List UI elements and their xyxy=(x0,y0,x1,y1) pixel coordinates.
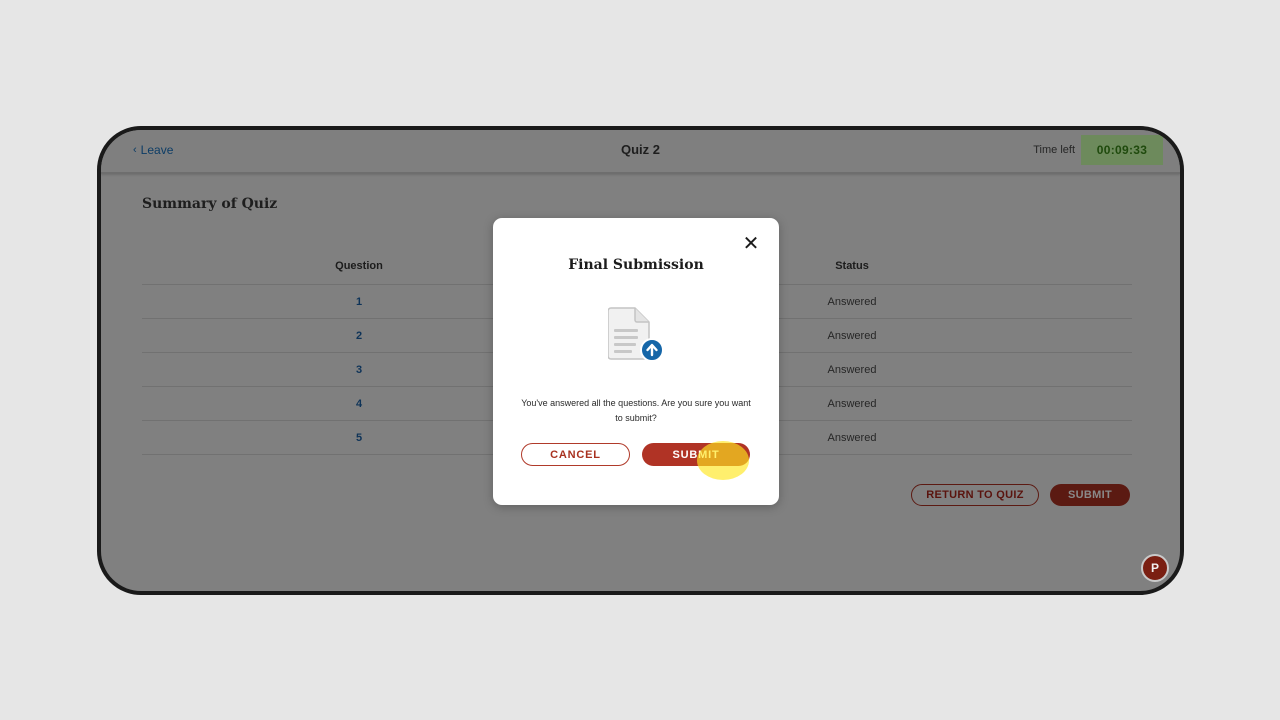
dialog-message: You've answered all the questions. Are y… xyxy=(521,398,751,423)
question-status: Answered xyxy=(827,330,877,342)
column-header-question: Question xyxy=(335,260,383,272)
question-status: Answered xyxy=(827,364,877,376)
column-header-status: Status xyxy=(835,260,869,272)
close-icon[interactable]: ✕ xyxy=(742,234,760,254)
time-left-label: Time left xyxy=(1033,144,1075,156)
final-submission-dialog: ✕ Final Submission You've answered all t… xyxy=(493,218,779,505)
submit-button[interactable]: SUBMIT xyxy=(1050,484,1130,506)
cancel-button[interactable]: CANCEL xyxy=(521,443,630,466)
summary-title: Summary of Quiz xyxy=(142,196,278,212)
question-number[interactable]: 1 xyxy=(317,296,401,308)
confirm-submit-button[interactable]: SUBMIT xyxy=(642,443,750,466)
timer: 00:09:33 xyxy=(1081,135,1163,165)
question-number[interactable]: 2 xyxy=(317,330,401,342)
top-bar: ‹ Leave Quiz 2 Time left 00:09:33 xyxy=(101,130,1180,174)
return-to-quiz-button[interactable]: RETURN TO QUIZ xyxy=(911,484,1039,506)
dialog-title: Final Submission xyxy=(568,257,704,273)
question-number[interactable]: 5 xyxy=(317,432,401,444)
document-upload-icon xyxy=(608,307,664,362)
question-number[interactable]: 3 xyxy=(317,364,401,376)
help-chat-icon[interactable]: P xyxy=(1141,554,1169,582)
question-status: Answered xyxy=(827,398,877,410)
question-number[interactable]: 4 xyxy=(317,398,401,410)
page-title: Quiz 2 xyxy=(620,142,660,157)
question-status: Answered xyxy=(827,296,877,308)
help-chat-glyph: P xyxy=(1150,561,1159,575)
question-status: Answered xyxy=(827,432,877,444)
